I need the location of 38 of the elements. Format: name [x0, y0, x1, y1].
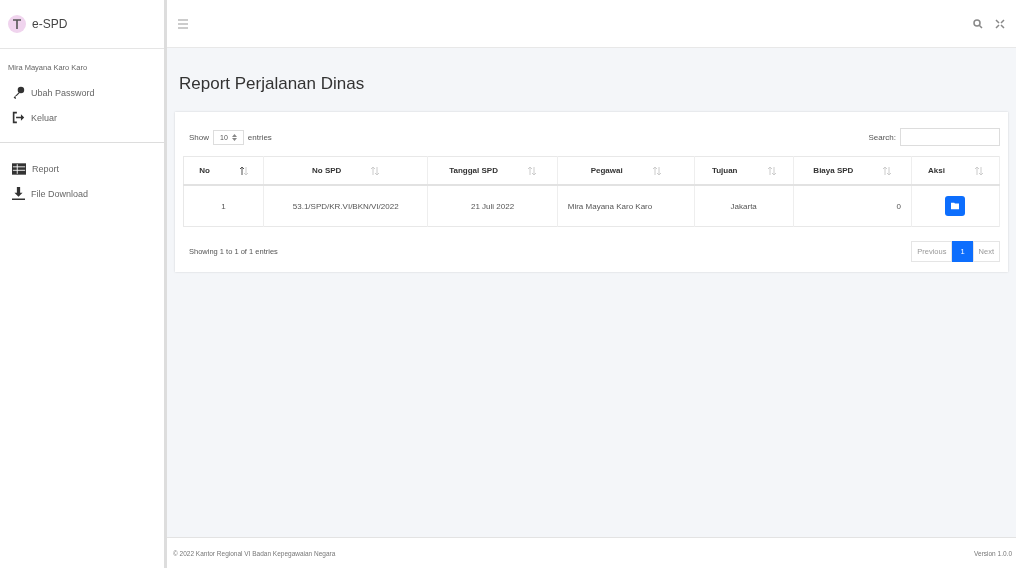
- sidebar-item[interactable]: Ubah Password: [0, 80, 164, 105]
- table-cell: 53.1/SPD/KR.VI/BKN/VI/2022: [263, 185, 428, 227]
- table-cell: 1: [183, 185, 264, 227]
- key-icon: [12, 86, 25, 99]
- column-header[interactable]: Aksi: [911, 156, 1000, 185]
- sort-arrows-icon: [974, 166, 983, 175]
- brand-name: e-SPD: [32, 17, 68, 31]
- sort-arrows-icon: [883, 166, 892, 175]
- show-label: Show: [189, 132, 209, 142]
- column-header[interactable]: Pegawai: [557, 156, 694, 185]
- column-header[interactable]: Tanggal SPD: [427, 156, 558, 185]
- sidebar-item[interactable]: Report: [0, 157, 164, 181]
- column-header[interactable]: Biaya SPD: [793, 156, 912, 185]
- entries-label: entries: [247, 132, 272, 142]
- table-icon: [12, 163, 26, 175]
- table-cell: 21 Juli 2022: [427, 185, 558, 227]
- logo-icon: [8, 15, 26, 33]
- folder-button[interactable]: [945, 196, 966, 216]
- table-cell: Mira Mayana Karo Karo: [557, 185, 694, 227]
- search-label: Search:: [868, 132, 896, 142]
- folder-icon: [951, 202, 960, 210]
- column-header[interactable]: No SPD: [263, 156, 428, 185]
- sort-arrows-icon: [767, 166, 776, 175]
- page-title: Report Perjalanan Dinas: [179, 74, 366, 94]
- table-cell: Jakarta: [694, 185, 794, 227]
- logout-icon: [12, 111, 25, 124]
- search-field[interactable]: [900, 128, 1000, 146]
- sort-arrows-icon: [371, 166, 380, 175]
- sidebar-item[interactable]: File Download: [0, 181, 164, 206]
- sort-arrows-icon: [239, 166, 248, 175]
- updown-caret-icon: [231, 133, 237, 141]
- sidebar-item[interactable]: Keluar: [0, 105, 164, 130]
- sort-arrows-icon: [652, 166, 661, 175]
- table-cell: 0: [793, 185, 912, 227]
- sort-arrows-icon: [527, 166, 536, 175]
- column-header[interactable]: Tujuan: [694, 156, 794, 185]
- download-icon: [12, 187, 25, 200]
- column-header[interactable]: No: [183, 156, 264, 185]
